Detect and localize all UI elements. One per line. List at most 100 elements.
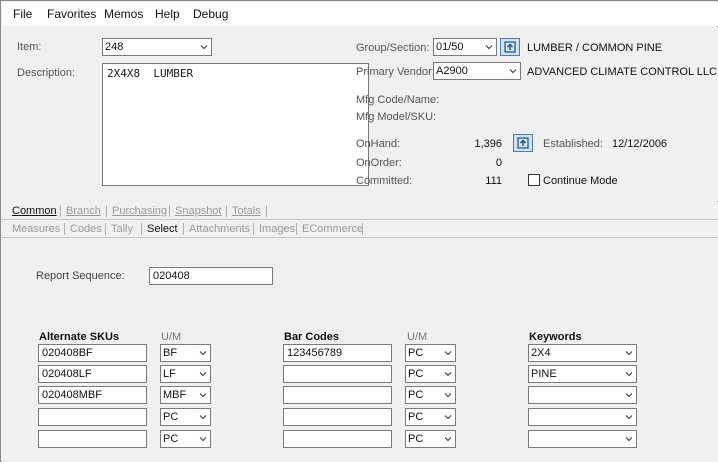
tab-separator xyxy=(266,205,267,217)
tab-separator xyxy=(183,223,184,235)
chevron-down-icon xyxy=(199,437,207,442)
tab-separator xyxy=(253,223,254,235)
chevron-down-icon xyxy=(625,393,633,398)
description-label: Description: xyxy=(17,67,76,79)
mfg-code-label: Mfg Code/Name: xyxy=(356,94,440,106)
alt-sku-input[interactable]: 020408BF xyxy=(38,344,147,362)
tab-separator xyxy=(362,223,363,235)
chevron-down-icon xyxy=(444,351,452,356)
keyword-combo[interactable]: 2X4 xyxy=(528,344,637,362)
bar-code-um-value: PC xyxy=(408,411,424,423)
tab-tally[interactable]: Tally xyxy=(111,223,133,235)
tab-measures[interactable]: Measures xyxy=(12,223,60,235)
alternate-skus-header: Alternate SKUs xyxy=(39,331,120,343)
alt-sku-um-value: LF xyxy=(163,368,176,380)
keyword-combo[interactable] xyxy=(528,386,637,404)
bar-code-um-combo[interactable]: PC xyxy=(405,365,456,383)
tab-select[interactable]: Select xyxy=(147,223,178,235)
alt-sku-input[interactable] xyxy=(38,408,147,426)
keywords-header: Keywords xyxy=(529,331,582,343)
report-sequence-input[interactable]: 020408 xyxy=(149,267,273,285)
keyword-combo[interactable] xyxy=(528,408,637,426)
upload-arrow-icon xyxy=(517,137,529,149)
menu-debug[interactable]: Debug xyxy=(193,7,228,21)
bar-code-input[interactable] xyxy=(283,386,392,404)
alt-sku-um-combo[interactable]: PC xyxy=(160,408,211,426)
chevron-down-icon xyxy=(199,415,207,420)
bar-code-input[interactable]: 123456789 xyxy=(283,344,392,362)
onhand-label: OnHand: xyxy=(356,138,401,150)
report-sequence-label: Report Sequence: xyxy=(36,270,125,282)
continue-mode-label: Continue Mode xyxy=(543,175,618,187)
tab-purchasing[interactable]: Purchasing xyxy=(112,205,167,217)
item-combo[interactable]: 248 xyxy=(102,38,212,56)
item-value: 248 xyxy=(105,41,124,53)
tab-ecommerce[interactable]: ECommerce xyxy=(302,223,363,235)
item-maintenance-window: File Favorites Memos Help Debug Item: 24… xyxy=(0,0,718,462)
group-section-name: LUMBER / COMMON PINE xyxy=(527,42,663,54)
chevron-down-icon xyxy=(199,351,207,356)
keyword-combo[interactable]: PINE xyxy=(528,365,637,383)
alt-sku-um-value: PC xyxy=(163,411,179,423)
menu-favorites[interactable]: Favorites xyxy=(47,7,96,21)
alt-sku-um-combo[interactable]: MBF xyxy=(160,386,211,404)
alt-sku-input[interactable]: 020408LF xyxy=(38,365,147,383)
description-textarea[interactable]: 2X4X8 LUMBER xyxy=(102,63,369,186)
tab-totals[interactable]: Totals xyxy=(232,205,261,217)
continue-mode-checkbox[interactable] xyxy=(528,174,540,186)
bar-code-input[interactable] xyxy=(283,365,392,383)
onorder-label: OnOrder: xyxy=(356,157,402,169)
chevron-down-icon xyxy=(509,69,517,74)
menu-memos[interactable]: Memos xyxy=(104,7,143,21)
chevron-down-icon xyxy=(625,372,633,377)
keyword-combo[interactable] xyxy=(528,430,637,448)
item-label: Item: xyxy=(17,41,42,53)
barcode-um-header: U/M xyxy=(407,331,428,343)
onhand-value: 1,396 xyxy=(474,138,502,150)
menu-file[interactable]: File xyxy=(13,7,32,21)
primary-vendor-combo[interactable]: A2900 xyxy=(433,62,521,80)
keyword-value: PINE xyxy=(531,368,557,380)
bar-code-um-combo[interactable]: PC xyxy=(405,344,456,362)
bar-code-um-combo[interactable]: PC xyxy=(405,386,456,404)
group-section-label: Group/Section: xyxy=(356,42,430,54)
chevron-down-icon xyxy=(485,45,493,50)
bar-code-um-combo[interactable]: PC xyxy=(405,408,456,426)
onhand-lookup-button[interactable] xyxy=(513,134,533,152)
bar-code-um-combo[interactable]: PC xyxy=(405,430,456,448)
bar-code-input[interactable] xyxy=(283,408,392,426)
tab-snapshot[interactable]: Snapshot xyxy=(175,205,221,217)
item-header-panel: Item: 248 Description: 2X4X8 LUMBER Grou… xyxy=(2,27,718,201)
chevron-down-icon xyxy=(625,351,633,356)
bar-code-input[interactable] xyxy=(283,430,392,448)
tab-codes[interactable]: Codes xyxy=(70,223,102,235)
committed-label: Committed: xyxy=(356,175,413,187)
menu-help[interactable]: Help xyxy=(155,7,180,21)
tab-branch[interactable]: Branch xyxy=(66,205,101,217)
committed-value: 111 xyxy=(485,175,502,187)
alt-sku-um-combo[interactable]: BF xyxy=(160,344,211,362)
bar-codes-header: Bar Codes xyxy=(284,331,340,343)
group-section-combo[interactable]: 01/50 xyxy=(433,38,497,56)
keyword-value: 2X4 xyxy=(531,347,551,359)
bar-code-um-value: PC xyxy=(408,433,424,445)
chevron-down-icon xyxy=(199,393,207,398)
bar-code-um-value: PC xyxy=(408,347,424,359)
tab-common[interactable]: Common xyxy=(12,205,57,217)
alt-sku-um-combo[interactable]: PC xyxy=(160,430,211,448)
tab-attachments[interactable]: Attachments xyxy=(189,223,250,235)
primary-vendor-name: ADVANCED CLIMATE CONTROL LLC xyxy=(527,66,717,78)
primary-vendor-label: Primary Vendor: xyxy=(356,66,435,78)
chevron-down-icon xyxy=(444,372,452,377)
bar-code-um-value: PC xyxy=(408,389,424,401)
tab-images[interactable]: Images xyxy=(259,223,295,235)
tab-separator xyxy=(169,205,170,217)
tab-separator xyxy=(60,205,61,217)
alt-sku-input[interactable]: 020408MBF xyxy=(38,386,147,404)
alt-sku-um-value: BF xyxy=(163,347,178,359)
alt-sku-um-combo[interactable]: LF xyxy=(160,365,211,383)
chevron-down-icon xyxy=(444,415,452,420)
alt-sku-input[interactable] xyxy=(38,430,147,448)
group-lookup-button[interactable] xyxy=(500,38,520,56)
tab-separator xyxy=(106,205,107,217)
